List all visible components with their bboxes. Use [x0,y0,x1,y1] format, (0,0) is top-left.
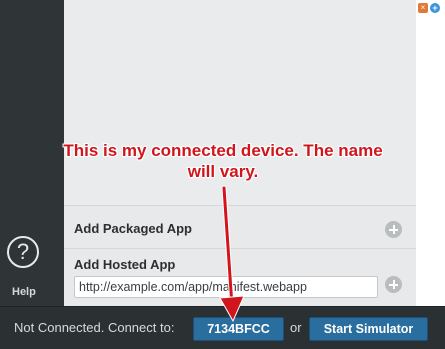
close-icon[interactable]: × [418,3,428,13]
left-sidebar: ? Help [0,0,64,306]
connection-status-text: Not Connected. Connect to: [14,320,175,335]
app-window: ? Help Add Packaged App Add Hosted App ×… [0,0,445,349]
help-icon[interactable]: ? [7,236,39,268]
annotation-callout-text: This is my connected device. The name wi… [63,141,383,181]
right-column [416,0,445,306]
help-label[interactable]: Help [12,286,36,298]
hosted-app-url-input[interactable] [74,276,378,298]
add-hosted-app-plus-icon[interactable] [385,276,402,293]
connection-status-bar: Not Connected. Connect to: 7134BFCC or S… [0,306,445,349]
add-hosted-app-label: Add Hosted App [74,257,176,272]
add-packaged-app-plus-icon[interactable] [385,221,402,238]
plus-icon[interactable]: + [430,3,440,13]
add-packaged-app-row: Add Packaged App [64,206,416,249]
or-separator-text: or [290,320,302,335]
add-packaged-app-label: Add Packaged App [74,221,192,236]
corner-controls: × + [418,3,440,13]
connect-device-button[interactable]: 7134BFCC [193,317,284,341]
add-hosted-app-row: Add Hosted App [64,249,416,306]
start-simulator-button[interactable]: Start Simulator [309,317,428,341]
